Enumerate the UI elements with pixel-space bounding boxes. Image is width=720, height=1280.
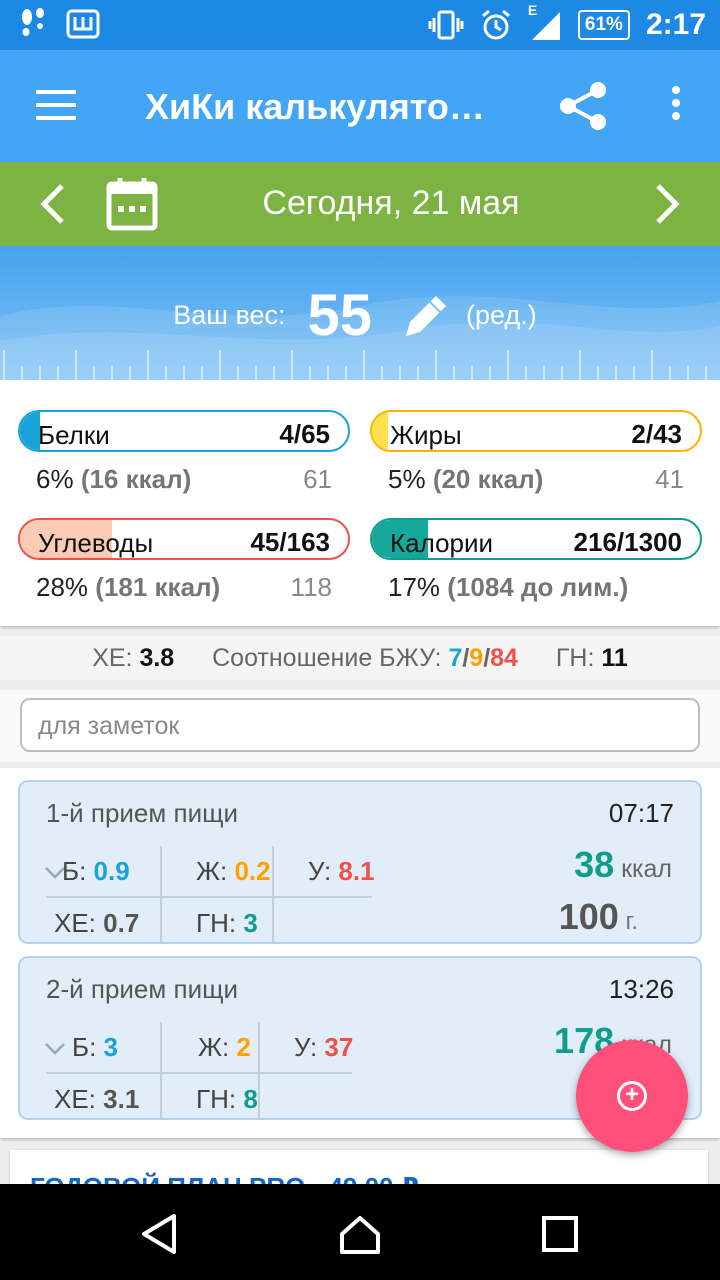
- meal-time: 07:17: [608, 798, 674, 828]
- xe-label: ХЕ:: [92, 644, 133, 672]
- carbs-progress: Углеводы 45/163: [18, 518, 350, 560]
- fat-percent: 5%: [388, 464, 426, 494]
- meal-gn-label: ГН:: [196, 1084, 237, 1114]
- current-date[interactable]: Сегодня, 21 мая: [0, 184, 720, 223]
- calories-value: 216/1300: [573, 527, 682, 557]
- weight-header: Ваш вес: 55 (ред.): [0, 246, 720, 380]
- carbs-block[interactable]: Углеводы 45/163 28% (181 ккал) 118: [18, 518, 350, 608]
- add-meal-button[interactable]: +: [576, 1040, 688, 1152]
- protein-block[interactable]: Белки 4/65 6% (16 ккал) 61: [18, 410, 350, 500]
- protein-remaining: 61: [303, 464, 332, 494]
- pencil-icon[interactable]: [400, 290, 452, 342]
- fat-kcal: (20 ккал): [432, 464, 544, 494]
- meal-gn: 3: [243, 908, 258, 938]
- weight-value[interactable]: 55: [308, 282, 373, 349]
- vibrate-icon: [428, 10, 464, 40]
- calories-progress: Калории 216/1300: [370, 518, 702, 560]
- date-bar: Сегодня, 21 мая: [0, 162, 720, 246]
- protein-percent: 6%: [36, 464, 74, 494]
- protein-label: Белки: [38, 420, 110, 450]
- ratio-carbs: 84: [490, 644, 518, 672]
- meal-carbs-label: У:: [308, 856, 332, 886]
- meal-carbs-label: У:: [294, 1032, 318, 1062]
- plus-icon: +: [617, 1081, 647, 1111]
- meal-gn: 8: [243, 1084, 258, 1114]
- carbs-label: Углеводы: [38, 528, 154, 558]
- notes-input[interactable]: для заметок: [20, 698, 700, 752]
- menu-icon[interactable]: [36, 90, 76, 120]
- meal-grams: 100: [558, 896, 619, 937]
- meal-xe-label: ХЕ:: [54, 1084, 96, 1114]
- meal-carbs: 37: [324, 1032, 354, 1062]
- protein-progress-fill: [20, 412, 40, 450]
- app-toolbar: ХиКи калькулято…: [0, 50, 720, 162]
- daily-stats-row: ХЕ: 3.8 Соотношение БЖУ: 7/9/84 ГН: 11: [0, 636, 720, 680]
- meal-xe: 3.1: [103, 1084, 140, 1114]
- meal-xe-label: ХЕ:: [54, 908, 96, 938]
- meal-title: 1-й прием пищи: [46, 798, 239, 828]
- weight-label: Ваш вес:: [173, 300, 286, 330]
- protein-progress: Белки 4/65: [18, 410, 350, 452]
- app-title: ХиКи калькулято…: [145, 86, 485, 127]
- meal-gn-label: ГН:: [196, 908, 237, 938]
- clock: 2:17: [645, 8, 706, 41]
- meal-xe: 0.7: [103, 908, 140, 938]
- xe-value: 3.8: [139, 644, 175, 672]
- calories-remaining-text: (1084 до лим.): [447, 572, 629, 602]
- meal-time: 13:26: [608, 974, 674, 1004]
- back-icon[interactable]: [138, 1212, 182, 1256]
- calories-label: Калории: [390, 528, 494, 558]
- share-icon[interactable]: [556, 78, 612, 134]
- meal-grams-unit: г.: [625, 908, 639, 935]
- more-options-icon[interactable]: [664, 86, 688, 130]
- meal-protein-label: Б:: [62, 856, 87, 886]
- system-navigation-bar: [0, 1184, 720, 1280]
- gn-label: ГН:: [555, 644, 595, 672]
- alarm-icon: [481, 9, 510, 40]
- meal-kcal-unit: ккал: [621, 855, 672, 883]
- notes-section: для заметок: [0, 690, 720, 762]
- recents-icon[interactable]: [538, 1212, 582, 1256]
- edit-weight-link[interactable]: (ред.): [466, 300, 537, 331]
- carbs-value: 45/163: [250, 527, 330, 557]
- home-icon[interactable]: [338, 1212, 382, 1256]
- meal-fat: 0.2: [234, 856, 271, 886]
- meal-carbs: 8.1: [338, 856, 375, 886]
- meal-fat-label: Ж:: [196, 856, 228, 886]
- footsteps-icon: [22, 8, 44, 36]
- meal-title: 2-й прием пищи: [46, 974, 239, 1004]
- meal-protein: 0.9: [93, 856, 130, 886]
- macros-summary-card: Белки 4/65 6% (16 ккал) 61 Жиры 2/43 5% …: [0, 380, 720, 626]
- battery-indicator: 61%: [577, 10, 630, 40]
- status-bar: E 61% 2:17: [0, 0, 720, 50]
- protein-kcal: (16 ккал): [80, 464, 192, 494]
- fat-block[interactable]: Жиры 2/43 5% (20 ккал) 41: [370, 410, 702, 500]
- carbs-remaining: 118: [290, 572, 332, 602]
- fat-remaining: 41: [655, 464, 684, 494]
- meal-kcal: 38: [574, 844, 615, 885]
- fat-progress-fill: [372, 412, 389, 450]
- meal-fat: 2: [236, 1032, 251, 1062]
- carbs-percent: 28%: [36, 572, 89, 602]
- carbs-kcal: (181 ккал): [95, 572, 221, 602]
- protein-value: 4/65: [279, 419, 330, 449]
- calories-block[interactable]: Калории 216/1300 17% (1084 до лим.): [370, 518, 702, 608]
- ratio-fat: 9: [469, 644, 484, 672]
- app-notification-icon: [66, 9, 100, 39]
- gn-value: 11: [601, 644, 628, 672]
- meal-fat-label: Ж:: [198, 1032, 230, 1062]
- fat-progress: Жиры 2/43: [370, 410, 702, 452]
- fat-value: 2/43: [631, 419, 682, 449]
- meal-protein-label: Б:: [72, 1032, 97, 1062]
- calories-percent: 17%: [388, 572, 441, 602]
- chevron-down-icon[interactable]: [44, 1042, 66, 1056]
- network-type-label: E: [527, 2, 538, 18]
- meal-card[interactable]: 1-й прием пищи 07:17 Б: 0.9 Ж: 0.2 У: 8.…: [18, 780, 702, 944]
- ratio-protein: 7: [448, 644, 463, 672]
- ruler-decoration: [3, 350, 707, 380]
- fat-label: Жиры: [390, 420, 462, 450]
- meal-protein: 3: [103, 1032, 118, 1062]
- ratio-label: Соотношение БЖУ:: [212, 644, 442, 672]
- next-day-icon[interactable]: [650, 180, 684, 228]
